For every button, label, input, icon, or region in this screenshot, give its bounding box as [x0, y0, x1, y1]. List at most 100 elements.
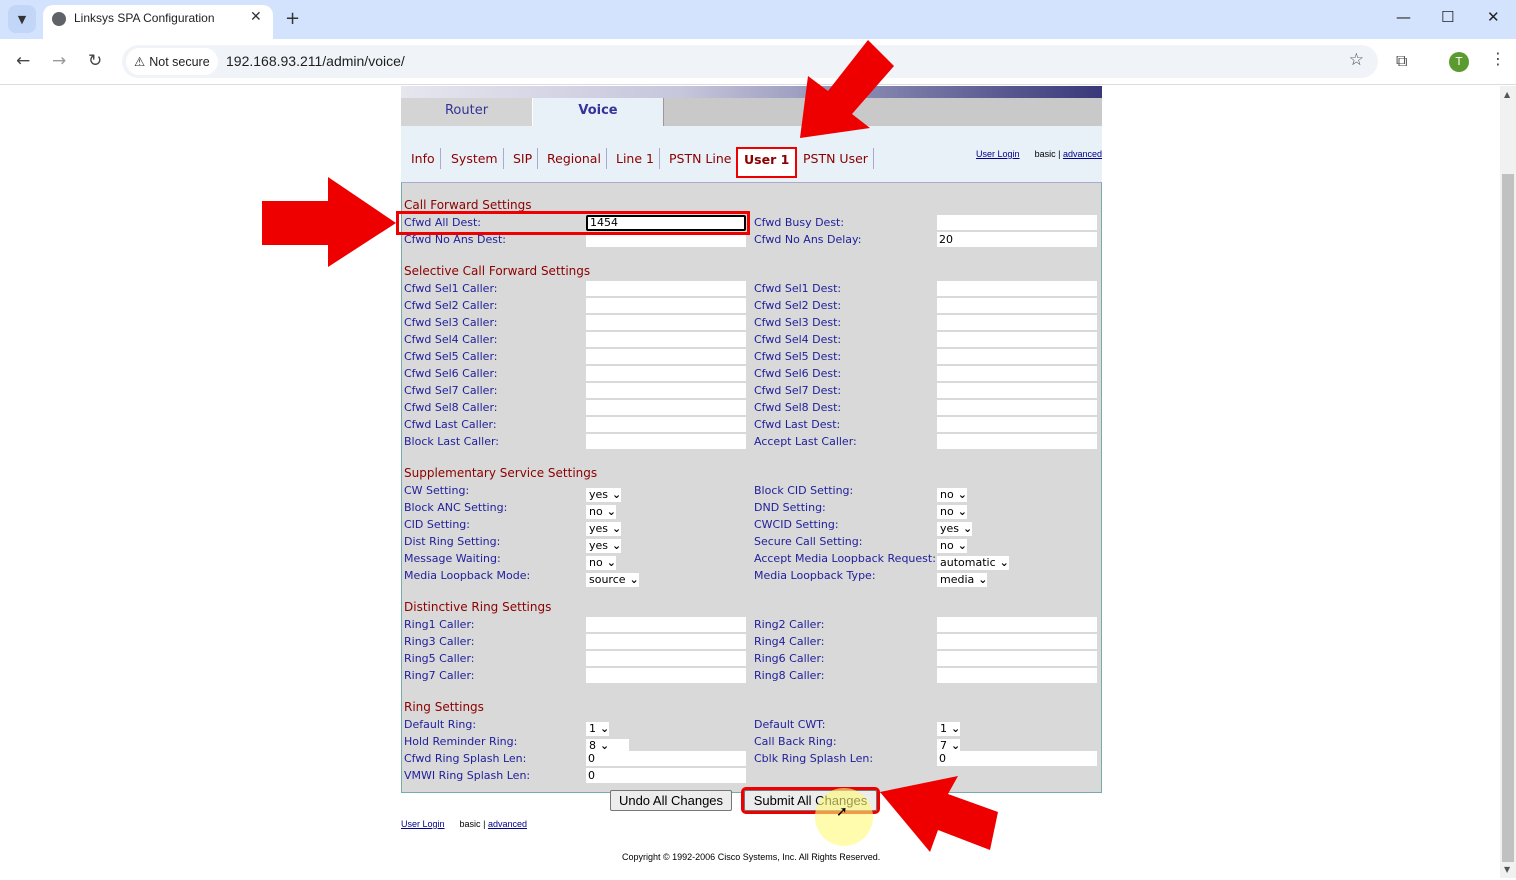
text-input[interactable]: [937, 633, 1097, 649]
advanced-link[interactable]: advanced: [1063, 149, 1102, 159]
browser-tabstrip: ▼ Linksys SPA Configuration ✕ + — ☐ ✕: [0, 0, 1516, 39]
browser-menu-icon[interactable]: ⋮: [1490, 49, 1506, 68]
scroll-thumb[interactable]: [1502, 174, 1514, 862]
text-input[interactable]: 0: [937, 750, 1097, 766]
field-label: Cfwd Sel8 Caller:: [404, 400, 498, 414]
text-input[interactable]: 20: [937, 231, 1097, 247]
text-input[interactable]: [937, 382, 1097, 398]
text-input[interactable]: [937, 616, 1097, 632]
field-cell: 0: [586, 767, 753, 784]
form-row: Block Last Caller: Accept Last Caller:: [403, 433, 1101, 450]
subtab-sip[interactable]: SIP: [508, 148, 539, 169]
field-label: Dist Ring Setting:: [404, 534, 501, 548]
field-cell: [586, 297, 753, 314]
scroll-up-icon[interactable]: ▲: [1504, 90, 1510, 99]
field-cell: [937, 331, 1097, 348]
tab-list-button[interactable]: ▼: [8, 5, 36, 33]
undo-all-changes-button[interactable]: Undo All Changes: [610, 790, 732, 811]
profile-avatar[interactable]: T: [1449, 52, 1469, 72]
select-value: media: [940, 572, 975, 586]
tab-voice[interactable]: Voice: [532, 98, 664, 126]
form-row: Ring1 Caller: Ring2 Caller:: [403, 616, 1101, 633]
field-cell: [937, 416, 1097, 433]
text-input[interactable]: [586, 280, 746, 296]
maximize-icon[interactable]: ☐: [1441, 8, 1454, 26]
back-icon[interactable]: ←: [16, 51, 30, 71]
text-input[interactable]: [586, 331, 746, 347]
text-input[interactable]: [937, 297, 1097, 313]
text-input[interactable]: [937, 416, 1097, 432]
bookmark-star-icon[interactable]: ☆: [1349, 50, 1364, 70]
browser-toolbar: ← → ↻ ⚠ Not secure 192.168.93.211/admin/…: [0, 39, 1516, 85]
advanced-link-bottom[interactable]: advanced: [488, 819, 527, 829]
select-field[interactable]: source ⌄: [586, 572, 639, 587]
text-input[interactable]: [586, 365, 746, 381]
text-input[interactable]: [937, 399, 1097, 415]
text-input[interactable]: [586, 297, 746, 313]
close-window-icon[interactable]: ✕: [1487, 8, 1500, 26]
select-field[interactable]: media ⌄: [937, 572, 988, 587]
vertical-scrollbar[interactable]: ▲ ▼: [1500, 86, 1516, 878]
text-input[interactable]: 0: [586, 750, 746, 766]
text-input[interactable]: [586, 650, 746, 666]
section-title-supplementary: Supplementary Service Settings: [404, 466, 598, 480]
subtab-user1[interactable]: User 1: [736, 147, 798, 178]
new-tab-icon[interactable]: +: [285, 8, 300, 29]
minimize-icon[interactable]: —: [1396, 8, 1411, 26]
close-tab-icon[interactable]: ✕: [250, 9, 262, 25]
text-input[interactable]: [937, 667, 1097, 683]
subtab-pstn-user[interactable]: PSTN User: [798, 148, 874, 169]
subtab-system[interactable]: System: [446, 148, 504, 169]
text-input[interactable]: [586, 348, 746, 364]
text-input[interactable]: [586, 633, 746, 649]
subtab-line1[interactable]: Line 1: [611, 148, 660, 169]
field-cell: [937, 650, 1097, 667]
scroll-down-icon[interactable]: ▼: [1504, 865, 1510, 874]
text-input[interactable]: [937, 433, 1097, 449]
text-input[interactable]: [586, 314, 746, 330]
user-login-link[interactable]: User Login: [976, 149, 1020, 159]
text-input[interactable]: [586, 399, 746, 415]
security-chip[interactable]: ⚠ Not secure: [126, 48, 218, 75]
tab-router[interactable]: Router: [401, 98, 532, 126]
field-cell: [937, 365, 1097, 382]
subtab-pstn-line[interactable]: PSTN Line: [664, 148, 736, 169]
text-input[interactable]: [937, 331, 1097, 347]
text-input[interactable]: [937, 314, 1097, 330]
subtab-regional[interactable]: Regional: [542, 148, 607, 169]
text-input[interactable]: [586, 433, 746, 449]
forward-icon[interactable]: →: [52, 51, 66, 71]
address-bar[interactable]: ⚠ Not secure 192.168.93.211/admin/voice/…: [122, 45, 1378, 78]
form-row: Cfwd Sel5 Caller: Cfwd Sel5 Dest:: [403, 348, 1101, 365]
text-input[interactable]: [937, 348, 1097, 364]
text-input[interactable]: [586, 667, 746, 683]
field-label: Cfwd Sel1 Caller:: [404, 281, 498, 295]
browser-tab[interactable]: Linksys SPA Configuration ✕: [43, 5, 273, 39]
url-text[interactable]: 192.168.93.211/admin/voice/: [226, 53, 405, 69]
field-label: Cfwd Last Dest:: [754, 417, 841, 431]
extensions-icon[interactable]: ⧉: [1396, 51, 1407, 71]
text-input[interactable]: [937, 280, 1097, 296]
text-input[interactable]: [937, 214, 1097, 230]
field-label: Ring7 Caller:: [404, 668, 475, 682]
field-cell: no ⌄: [937, 500, 1097, 519]
text-input[interactable]: [586, 616, 746, 632]
reload-icon[interactable]: ↻: [88, 51, 102, 71]
text-input[interactable]: [586, 416, 746, 432]
chevron-down-icon: ⌄: [629, 572, 639, 586]
field-cell: [937, 633, 1097, 650]
field-label: Cfwd Sel2 Caller:: [404, 298, 498, 312]
field-label: Accept Media Loopback Request:: [754, 551, 936, 565]
subtab-info[interactable]: Info: [406, 148, 441, 169]
text-input[interactable]: [937, 650, 1097, 666]
text-input[interactable]: [937, 365, 1097, 381]
field-label: Message Waiting:: [404, 551, 501, 565]
field-cell: 0: [586, 750, 753, 767]
field-label: Cfwd Sel6 Dest:: [754, 366, 842, 380]
text-input[interactable]: [586, 382, 746, 398]
text-input[interactable]: 0: [586, 767, 746, 783]
user-login-link-bottom[interactable]: User Login: [401, 819, 445, 829]
